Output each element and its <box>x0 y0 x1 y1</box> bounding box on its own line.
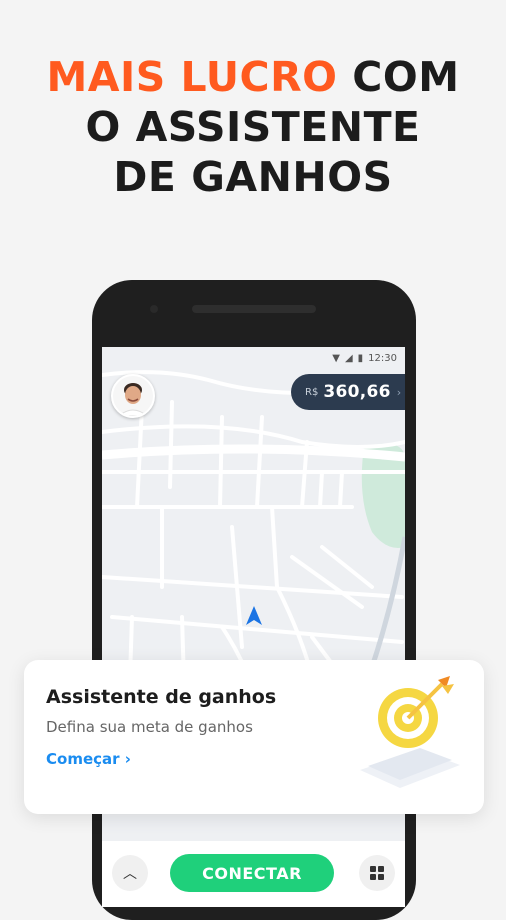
phone-frame: ▼ ◢ ▮ 12:30 R$ 360,66 › ︿ CONECTAR <box>92 280 416 920</box>
menu-button[interactable] <box>359 855 395 891</box>
target-icon <box>360 676 460 788</box>
headline-line-1: MAIS LUCRO COM <box>0 52 506 102</box>
earnings-pill[interactable]: R$ 360,66 › <box>291 374 405 410</box>
phone-screen: ▼ ◢ ▮ 12:30 R$ 360,66 › ︿ CONECTAR <box>102 347 405 907</box>
status-time: 12:30 <box>368 352 397 364</box>
earnings-amount: 360,66 <box>323 382 391 402</box>
expand-button[interactable]: ︿ <box>112 855 148 891</box>
card-title: Assistente de ganhos <box>46 686 277 708</box>
start-link-label: Começar <box>46 750 120 768</box>
headline-accent: MAIS LUCRO <box>46 53 338 101</box>
card-subtitle: Defina sua meta de ganhos <box>46 718 253 736</box>
headline-line-1-rest: COM <box>337 53 460 101</box>
chevron-right-icon: › <box>124 750 131 768</box>
connect-button[interactable]: CONECTAR <box>170 854 334 892</box>
battery-icon: ▮ <box>357 352 364 364</box>
map-view[interactable] <box>102 347 405 907</box>
driver-avatar[interactable] <box>111 374 155 418</box>
front-camera <box>150 305 158 313</box>
earnings-assistant-card[interactable]: Assistente de ganhos Defina sua meta de … <box>24 660 484 814</box>
phone-speaker <box>192 305 316 313</box>
start-link[interactable]: Começar › <box>46 750 131 768</box>
avatar-photo <box>113 376 153 416</box>
bottom-bar: ︿ CONECTAR <box>102 841 405 907</box>
wifi-icon: ▼ <box>332 352 340 364</box>
status-bar: ▼ ◢ ▮ 12:30 <box>332 351 397 365</box>
grid-icon <box>370 866 384 880</box>
signal-icon: ◢ <box>344 352 353 364</box>
headline-line-2: O ASSISTENTE <box>85 103 421 151</box>
chevron-up-icon: ︿ <box>123 866 137 882</box>
headline: MAIS LUCRO COM O ASSISTENTE DE GANHOS <box>0 52 506 202</box>
chevron-right-icon: › <box>396 385 402 399</box>
navigation-arrow-icon <box>246 606 262 625</box>
earnings-currency: R$ <box>305 386 319 398</box>
headline-line-3: DE GANHOS <box>113 153 393 201</box>
